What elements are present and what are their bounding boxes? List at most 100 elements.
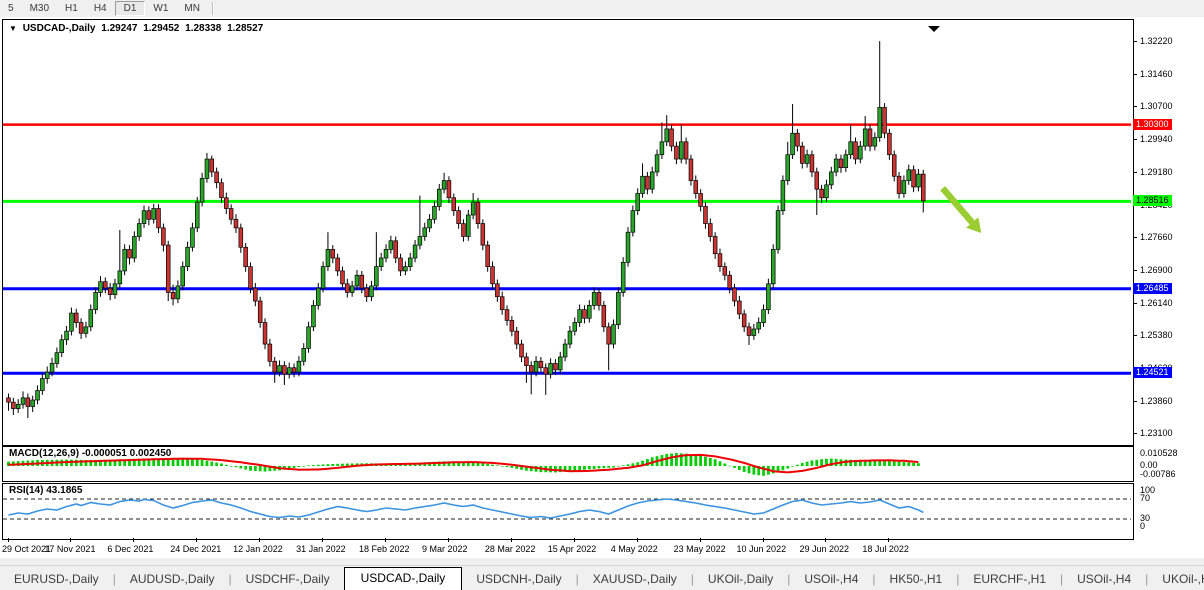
date-axis-value: 28 Mar 2022 xyxy=(484,544,536,554)
price-axis-value: 1.30700 xyxy=(1140,101,1173,112)
chart-title: ▼ USDCAD-,Daily 1.29247 1.29452 1.28338 … xyxy=(9,23,266,34)
rsi-indicator-panel[interactable] xyxy=(2,483,1134,540)
ohlc-low: 1.28338 xyxy=(185,23,222,34)
chart-tab-eurchfh1[interactable]: EURCHF-,H1 xyxy=(959,569,1060,590)
date-axis-tick xyxy=(825,538,827,542)
period-toolbar: 5 M30 H1 H4 D1 W1 MN xyxy=(0,0,1204,18)
date-axis-tick xyxy=(888,538,890,542)
price-axis-value: 1.29940 xyxy=(1140,134,1173,145)
date-axis-tick xyxy=(322,538,324,542)
date-axis-value: 24 Dec 2021 xyxy=(170,544,222,554)
date-axis-tick xyxy=(385,538,387,542)
date-axis-tick xyxy=(133,538,135,542)
chart-tab-audusddaily[interactable]: AUDUSD-,Daily xyxy=(116,569,229,590)
date-axis-tick xyxy=(510,538,512,542)
period-button-mn[interactable]: MN xyxy=(176,1,208,16)
date-axis-tick xyxy=(70,538,72,542)
ohlc-close: 1.28527 xyxy=(227,23,264,34)
chart-tab-hk50h1[interactable]: HK50-,H1 xyxy=(876,569,957,590)
price-axis-tick xyxy=(1133,171,1137,173)
window-strip xyxy=(0,558,1204,565)
price-axis-tick xyxy=(1133,302,1137,304)
date-axis-value: 17 Nov 2021 xyxy=(44,544,96,554)
sell-direction-arrow[interactable] xyxy=(940,186,982,234)
chart-tab-xauusddaily[interactable]: XAUUSD-,Daily xyxy=(579,569,691,590)
main-price-chart[interactable] xyxy=(2,19,1134,446)
period-button-5[interactable]: 5 xyxy=(0,1,22,16)
price-axis-value: 1.26140 xyxy=(1140,297,1173,308)
price-level-badge: 1.24521 xyxy=(1133,367,1172,379)
date-axis-tick xyxy=(573,538,575,542)
date-axis-tick xyxy=(636,538,638,542)
toolbar-divider xyxy=(211,2,214,15)
price-axis-value: 1.29180 xyxy=(1140,166,1173,177)
price-axis-tick xyxy=(1133,237,1137,239)
price-axis-tick xyxy=(1133,106,1137,108)
chart-tab-ukoildaily[interactable]: UKOil-,Daily xyxy=(694,569,787,590)
period-button-d1[interactable]: D1 xyxy=(114,1,146,16)
date-axis-tick xyxy=(762,538,764,542)
date-axis-tick xyxy=(699,538,701,542)
ohlc-open: 1.29247 xyxy=(101,23,138,34)
date-axis-value: 10 Jun 2022 xyxy=(736,544,787,554)
period-button-m30[interactable]: M30 xyxy=(22,1,57,16)
mt4-window: { "toolbar": { "periods": ["5","M30","H1… xyxy=(0,0,1204,590)
date-axis-tick xyxy=(447,538,449,542)
rsi-value: 43.1865 xyxy=(46,485,83,496)
rsi-label: RSI(14) 43.1865 xyxy=(9,485,82,496)
chart-tab-eurusddaily[interactable]: EURUSD-,Daily xyxy=(0,569,113,590)
rsi-axis-value: 70 xyxy=(1140,493,1151,503)
chart-tab-usdcnhdaily[interactable]: USDCNH-,Daily xyxy=(462,569,575,590)
chart-tab-ukoilh4[interactable]: UKOil-,H4 xyxy=(1148,569,1204,590)
period-button-h1[interactable]: H1 xyxy=(57,1,86,16)
price-axis-value: 1.31460 xyxy=(1140,68,1173,79)
price-axis-tick xyxy=(1133,139,1137,141)
price-axis-value: 1.23860 xyxy=(1140,395,1173,406)
date-axis-value: 15 Apr 2022 xyxy=(547,544,597,554)
date-axis-value: 29 Jun 2022 xyxy=(799,544,849,554)
date-axis-value: 9 Mar 2022 xyxy=(421,544,468,554)
date-axis-tick xyxy=(7,538,9,542)
price-axis-tick xyxy=(1133,433,1137,435)
macd-axis-value: 0.010528 xyxy=(1140,448,1178,458)
rsi-name: RSI(14) xyxy=(9,485,44,496)
ohlc-high: 1.29452 xyxy=(143,23,180,34)
price-axis-value: 1.27660 xyxy=(1140,232,1173,243)
period-button-w1[interactable]: W1 xyxy=(145,1,176,16)
date-axis-value: 23 May 2022 xyxy=(673,544,726,554)
chart-tab-usdcaddaily[interactable]: USDCAD-,Daily xyxy=(343,567,463,590)
price-level-badge: 1.26485 xyxy=(1133,282,1172,294)
price-axis-value: 1.32220 xyxy=(1140,36,1173,46)
date-axis-value: 12 Jan 2022 xyxy=(233,544,283,554)
macd-axis-value: -0.00786 xyxy=(1140,469,1176,479)
price-axis-tick xyxy=(1133,335,1137,337)
macd-indicator-panel[interactable] xyxy=(2,446,1134,482)
chart-tab-usdchfdaily[interactable]: USDCHF-,Daily xyxy=(232,569,344,590)
chart-symbol-label: USDCAD-,Daily xyxy=(22,23,96,34)
date-axis-tick xyxy=(196,538,198,542)
macd-signal-value: 0.002450 xyxy=(129,448,172,459)
scroll-end-marker-icon xyxy=(928,26,940,32)
symbol-dropdown-icon[interactable]: ▼ xyxy=(9,24,17,33)
chart-tab-usoilh4[interactable]: USOil-,H4 xyxy=(1063,569,1145,590)
price-axis-value: 1.23100 xyxy=(1140,428,1173,439)
rsi-axis-value: 0 xyxy=(1140,521,1146,531)
chart-tab-bar: EURUSD-,Daily | AUDUSD-,Daily | USDCHF-,Dail… xyxy=(0,565,1204,590)
macd-main-value: -0.000051 xyxy=(81,448,127,459)
price-axis-tick xyxy=(1133,73,1137,75)
date-axis-tick xyxy=(259,538,261,542)
macd-name: MACD(12,26,9) xyxy=(9,448,80,459)
price-axis-tick xyxy=(1133,400,1137,402)
price-level-badge: 1.28516 xyxy=(1133,195,1172,207)
price-axis-value: 1.26900 xyxy=(1140,264,1173,275)
date-axis-value: 6 Dec 2021 xyxy=(107,544,154,554)
price-axis-tick xyxy=(1133,41,1137,42)
chart-window[interactable]: ▼ USDCAD-,Daily 1.29247 1.29452 1.28338 … xyxy=(0,17,1204,558)
date-axis-value: 18 Feb 2022 xyxy=(359,544,410,554)
date-axis-value: 4 May 2022 xyxy=(610,544,658,554)
chart-tab-usoilh4[interactable]: USOil-,H4 xyxy=(790,569,872,590)
price-level-badge: 1.30300 xyxy=(1133,118,1172,130)
date-axis-value: 31 Jan 2022 xyxy=(296,544,346,554)
price-axis-tick xyxy=(1133,269,1137,271)
period-button-h4[interactable]: H4 xyxy=(86,1,115,16)
